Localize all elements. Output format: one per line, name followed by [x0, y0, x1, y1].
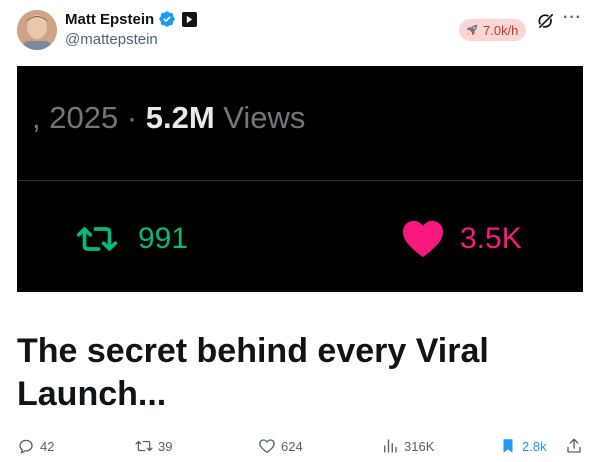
- heart-icon: [403, 220, 443, 258]
- reply-button[interactable]: 42: [17, 436, 54, 456]
- verified-badge-icon[interactable]: [158, 10, 176, 28]
- like-count: 624: [281, 438, 303, 454]
- views-count: 316K: [404, 438, 435, 454]
- like-button[interactable]: 624: [258, 436, 303, 456]
- reply-icon: [19, 439, 33, 454]
- reply-count: 42: [40, 438, 55, 454]
- bookmark-icon: [503, 439, 513, 453]
- bookmark-count: 2.8k: [522, 438, 547, 454]
- image-retweet-count: 991: [138, 222, 189, 255]
- tweet-card[interactable]: Matt Epstein @mattepstein 7.0k/h ··· , 2…: [0, 0, 596, 462]
- image-like-count: 3.5K: [460, 222, 522, 255]
- affiliate-badge-icon[interactable]: [182, 11, 198, 27]
- bookmark-button[interactable]: 2.8k: [499, 436, 547, 456]
- avatar[interactable]: [17, 10, 57, 50]
- growth-badge[interactable]: 7.0k/h: [459, 19, 527, 41]
- retweet-icon: [135, 440, 153, 452]
- retweet-count: 39: [158, 438, 173, 454]
- retweet-icon: [77, 227, 117, 251]
- analytics-icon: [384, 439, 397, 453]
- author-handle[interactable]: @mattepstein: [65, 31, 158, 48]
- image-date-views: , 2025 · 5.2M Views: [32, 100, 305, 136]
- image-views-label: Views: [214, 100, 306, 135]
- post-image[interactable]: , 2025 · 5.2M Views 991 3.5K: [17, 66, 583, 292]
- retweet-button[interactable]: 39: [135, 436, 172, 456]
- image-views-count: 5.2M: [145, 100, 215, 135]
- author-name[interactable]: Matt Epstein: [65, 11, 154, 28]
- views-button[interactable]: 316K: [381, 436, 434, 456]
- share-icon: [567, 438, 581, 453]
- share-button[interactable]: [565, 436, 583, 456]
- rocket-icon: [466, 24, 478, 36]
- growth-rate: 7.0k/h: [483, 22, 519, 38]
- avatar-photo: [17, 10, 57, 50]
- image-divider: [17, 180, 583, 181]
- grok-icon[interactable]: [536, 11, 556, 31]
- tweet-text: The secret behind every Viral Launch...: [17, 332, 489, 413]
- image-date: , 2025 ·: [32, 100, 146, 135]
- heart-outline-icon: [259, 439, 275, 454]
- more-options-icon[interactable]: ···: [563, 10, 583, 31]
